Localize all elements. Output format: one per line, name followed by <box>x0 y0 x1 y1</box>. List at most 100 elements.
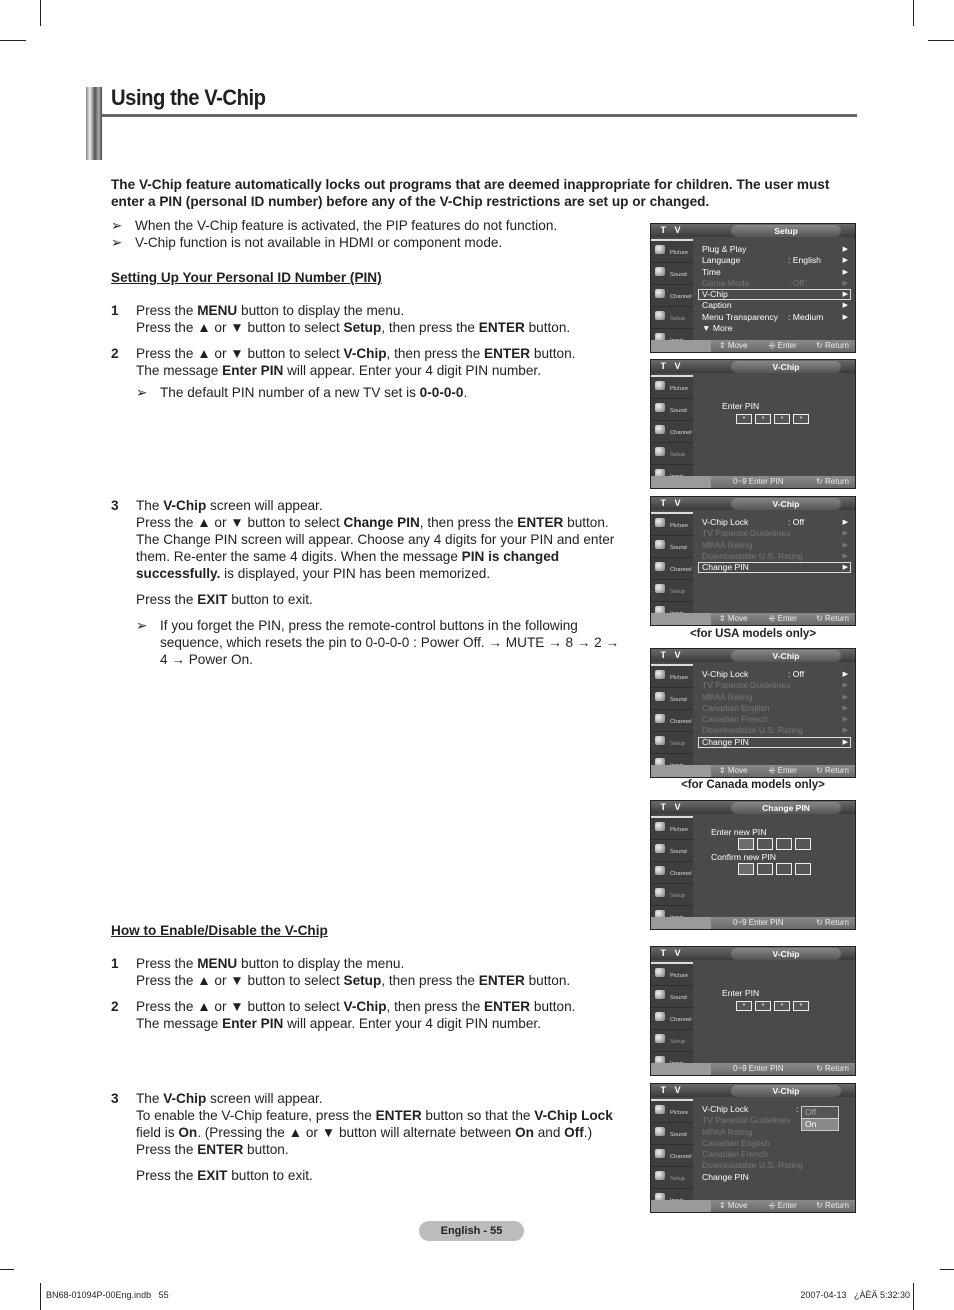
sidebar-item-channel[interactable]: Channel <box>651 710 693 732</box>
menu-item[interactable]: Downloadable U.S. Rating <box>698 1160 851 1171</box>
menu-item[interactable]: MPAA Rating ▶ <box>698 540 851 551</box>
menu-item[interactable]: Language: English ▶ <box>698 255 851 266</box>
sidebar-item-picture[interactable]: Picture <box>651 818 693 840</box>
sidebar-item-picture[interactable]: Picture <box>651 666 693 688</box>
new-pin-digit-field[interactable] <box>776 838 792 850</box>
menu-item-label: Game Mode <box>702 277 750 288</box>
menu-item[interactable]: Menu Transparency: Medium ▶ <box>698 312 851 323</box>
menu-tab-title: V-Chip <box>731 361 841 373</box>
menu-item[interactable]: Change PIN ▶ <box>698 562 851 574</box>
pin-digit-field[interactable]: * <box>793 414 809 424</box>
picture-icon <box>655 381 665 390</box>
arrow-right-icon: ▶ <box>842 693 848 701</box>
sidebar-item-channel[interactable]: Channel <box>651 862 693 884</box>
pin-digit-field[interactable]: * <box>774 1001 790 1011</box>
sidebar-item-channel[interactable]: Channel <box>651 285 693 307</box>
sound-icon <box>655 403 665 412</box>
footer-decoration <box>651 917 711 929</box>
sidebar-item-setup[interactable]: Setup <box>651 1030 693 1052</box>
sidebar-item-setup[interactable]: Setup <box>651 580 693 602</box>
pin-digit-field[interactable]: * <box>755 414 771 424</box>
sidebar-item-sound[interactable]: Sound <box>651 840 693 862</box>
footer-move: ⇕ Move <box>719 614 748 623</box>
sidebar-item-setup[interactable]: Setup <box>651 884 693 906</box>
sidebar-item-channel[interactable]: Channel <box>651 421 693 443</box>
menu-item[interactable]: Change PIN <box>698 1172 851 1183</box>
menu-content: Enter PIN * * * * <box>698 377 851 476</box>
menu-item[interactable]: Canadian French ▶ <box>698 714 851 725</box>
vchip-lock-dropdown[interactable]: Off On <box>801 1106 839 1131</box>
sidebar-item-sound[interactable]: Sound <box>651 399 693 421</box>
setup-icon <box>655 447 665 456</box>
pin-digit-field[interactable]: * <box>755 1001 771 1011</box>
sidebar-item-picture[interactable]: Picture <box>651 377 693 399</box>
sidebar-item-label: Channel <box>670 871 692 877</box>
tv-footer: 0~9 Enter PIN ↻ Return <box>651 917 855 929</box>
menu-item[interactable]: Canadian English <box>698 1138 851 1149</box>
sidebar-item-sound[interactable]: Sound <box>651 536 693 558</box>
step-1: 1 Press the MENU button to display the m… <box>111 956 571 988</box>
pin-digit-field[interactable]: * <box>774 414 790 424</box>
sidebar-item-label: Picture <box>670 827 689 833</box>
sidebar-item-label: Picture <box>670 250 689 256</box>
confirm-pin-digit-field[interactable] <box>795 863 811 875</box>
menu-item[interactable]: TV Parental Guidelines ▶ <box>698 528 851 539</box>
sidebar-item-picture[interactable]: Picture <box>651 241 693 263</box>
confirm-pin-digit-field[interactable] <box>757 863 773 875</box>
menu-item[interactable]: ▼ More <box>698 323 851 334</box>
menu-item[interactable]: V-Chip Lock: Off ▶ <box>698 517 851 528</box>
tv-screen-setup-menu: T VSetupPictureSoundChannelSetupInput⇕ M… <box>650 223 856 353</box>
sidebar-item-channel[interactable]: Channel <box>651 558 693 580</box>
new-pin-digit-field[interactable] <box>757 838 773 850</box>
menu-item[interactable]: TV Parental Guidelines ▶ <box>698 680 851 691</box>
pin-digit-field[interactable]: * <box>793 1001 809 1011</box>
sidebar-item-setup[interactable]: Setup <box>651 732 693 754</box>
menu-item[interactable]: Game Mode: Off ▶ <box>698 278 851 289</box>
menu-item[interactable]: Change PIN ▶ <box>698 736 851 749</box>
crop-mark <box>928 40 954 41</box>
menu-item[interactable]: Canadian English ▶ <box>698 703 851 714</box>
menu-item[interactable]: Caption ▶ <box>698 300 851 311</box>
arrow-icon: ➢ <box>111 218 123 233</box>
sidebar-item-sound[interactable]: Sound <box>651 986 693 1008</box>
sidebar-item-sound[interactable]: Sound <box>651 1123 693 1145</box>
sidebar-item-channel[interactable]: Channel <box>651 1145 693 1167</box>
pin-digit-field[interactable]: * <box>736 414 752 424</box>
menu-item-label: Canadian English <box>702 1137 770 1148</box>
menu-item[interactable]: Downloadable U.S. Rating ▶ <box>698 725 851 736</box>
sidebar-item-picture[interactable]: Picture <box>651 964 693 986</box>
arrow-right-icon: ▶ <box>842 552 848 560</box>
footer-enter-pin: 0~9 Enter PIN <box>733 1064 784 1073</box>
menu-item[interactable]: Canadian French <box>698 1149 851 1160</box>
dropdown-option-off[interactable]: Off <box>802 1107 838 1119</box>
menu-item[interactable]: V-Chip Lock: Off ▶ <box>698 669 851 680</box>
footer-return: ↻ Return <box>816 918 849 927</box>
sidebar-item-picture[interactable]: Picture <box>651 514 693 536</box>
menu-item-value: : Off <box>788 277 805 288</box>
sidebar-item-setup[interactable]: Setup <box>651 443 693 465</box>
sidebar-item-setup[interactable]: Setup <box>651 307 693 329</box>
menu-item[interactable]: MPAA Rating ▶ <box>698 692 851 703</box>
menu-tab-title: V-Chip <box>731 948 841 960</box>
sidebar-item-label: Sound <box>670 697 687 703</box>
sidebar-item-sound[interactable]: Sound <box>651 263 693 285</box>
sidebar-item-channel[interactable]: Channel <box>651 1008 693 1030</box>
menu-item[interactable]: Time ▶ <box>698 267 851 278</box>
dropdown-option-on[interactable]: On <box>802 1119 838 1130</box>
confirm-pin-digit-field[interactable] <box>776 863 792 875</box>
new-pin-digit-field[interactable] <box>795 838 811 850</box>
arrow-right-icon: ▶ <box>842 268 848 276</box>
new-pin-digit-field[interactable] <box>738 838 754 850</box>
sidebar-item-sound[interactable]: Sound <box>651 688 693 710</box>
pin-digit-field[interactable]: * <box>736 1001 752 1011</box>
menu-item[interactable]: Plug & Play ▶ <box>698 244 851 255</box>
footer-enter: ⎆ Enter <box>769 341 797 350</box>
sidebar-item-setup[interactable]: Setup <box>651 1167 693 1189</box>
intro-text: The V-Chip feature automatically locks o… <box>111 177 830 209</box>
menu-item[interactable]: Downloadable U.S. Rating ▶ <box>698 551 851 562</box>
menu-item[interactable]: V-Chip ▶ <box>698 289 851 301</box>
sidebar-item-picture[interactable]: Picture <box>651 1101 693 1123</box>
tv-footer: ⇕ Move ⎆ Enter ↻ Return <box>651 613 855 625</box>
setup-icon <box>655 311 665 320</box>
confirm-pin-digit-field[interactable] <box>738 863 754 875</box>
